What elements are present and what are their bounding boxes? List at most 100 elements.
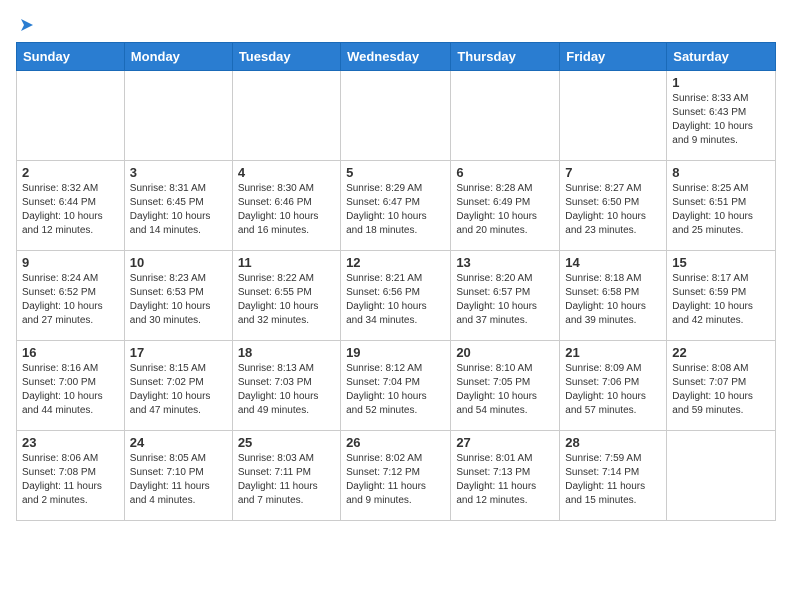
day-info: Sunrise: 8:01 AM Sunset: 7:13 PM Dayligh… — [456, 452, 554, 508]
day-info: Sunrise: 8:12 AM Sunset: 7:04 PM Dayligh… — [346, 362, 445, 418]
day-number: 8 — [672, 165, 770, 180]
day-info: Sunrise: 8:08 AM Sunset: 7:07 PM Dayligh… — [672, 362, 770, 418]
day-number: 10 — [130, 255, 227, 270]
weekday-header-tuesday: Tuesday — [232, 43, 340, 71]
day-info: Sunrise: 7:59 AM Sunset: 7:14 PM Dayligh… — [565, 452, 661, 508]
day-info: Sunrise: 8:27 AM Sunset: 6:50 PM Dayligh… — [565, 182, 661, 238]
day-info: Sunrise: 8:16 AM Sunset: 7:00 PM Dayligh… — [22, 362, 119, 418]
weekday-header-monday: Monday — [124, 43, 232, 71]
calendar-cell: 25 Sunrise: 8:03 AM Sunset: 7:11 PM Dayli… — [232, 431, 340, 521]
calendar-cell: 24 Sunrise: 8:05 AM Sunset: 7:10 PM Dayli… — [124, 431, 232, 521]
day-info: Sunrise: 8:10 AM Sunset: 7:05 PM Dayligh… — [456, 362, 554, 418]
day-info: Sunrise: 8:22 AM Sunset: 6:55 PM Dayligh… — [238, 272, 335, 328]
day-number: 6 — [456, 165, 554, 180]
day-info: Sunrise: 8:13 AM Sunset: 7:03 PM Dayligh… — [238, 362, 335, 418]
calendar-week-5: 23 Sunrise: 8:06 AM Sunset: 7:08 PM Dayli… — [17, 431, 776, 521]
day-info: Sunrise: 8:21 AM Sunset: 6:56 PM Dayligh… — [346, 272, 445, 328]
day-number: 27 — [456, 435, 554, 450]
day-number: 20 — [456, 345, 554, 360]
calendar-cell: 23 Sunrise: 8:06 AM Sunset: 7:08 PM Dayli… — [17, 431, 125, 521]
day-number: 19 — [346, 345, 445, 360]
day-info: Sunrise: 8:02 AM Sunset: 7:12 PM Dayligh… — [346, 452, 445, 508]
calendar-cell: 26 Sunrise: 8:02 AM Sunset: 7:12 PM Dayli… — [341, 431, 451, 521]
day-info: Sunrise: 8:25 AM Sunset: 6:51 PM Dayligh… — [672, 182, 770, 238]
day-number: 14 — [565, 255, 661, 270]
day-info: Sunrise: 8:20 AM Sunset: 6:57 PM Dayligh… — [456, 272, 554, 328]
day-number: 26 — [346, 435, 445, 450]
day-info: Sunrise: 8:32 AM Sunset: 6:44 PM Dayligh… — [22, 182, 119, 238]
day-number: 18 — [238, 345, 335, 360]
weekday-header-sunday: Sunday — [17, 43, 125, 71]
calendar-cell: 6 Sunrise: 8:28 AM Sunset: 6:49 PM Daylig… — [451, 161, 560, 251]
calendar-cell: 1 Sunrise: 8:33 AM Sunset: 6:43 PM Daylig… — [667, 71, 776, 161]
day-number: 5 — [346, 165, 445, 180]
calendar-cell: 18 Sunrise: 8:13 AM Sunset: 7:03 PM Dayli… — [232, 341, 340, 431]
calendar-header-row: SundayMondayTuesdayWednesdayThursdayFrid… — [17, 43, 776, 71]
day-number: 2 — [22, 165, 119, 180]
calendar-cell: 16 Sunrise: 8:16 AM Sunset: 7:00 PM Dayli… — [17, 341, 125, 431]
weekday-header-thursday: Thursday — [451, 43, 560, 71]
calendar-cell: 15 Sunrise: 8:17 AM Sunset: 6:59 PM Dayli… — [667, 251, 776, 341]
calendar-cell — [17, 71, 125, 161]
calendar-week-2: 2 Sunrise: 8:32 AM Sunset: 6:44 PM Daylig… — [17, 161, 776, 251]
calendar-cell: 4 Sunrise: 8:30 AM Sunset: 6:46 PM Daylig… — [232, 161, 340, 251]
weekday-header-wednesday: Wednesday — [341, 43, 451, 71]
calendar-cell: 20 Sunrise: 8:10 AM Sunset: 7:05 PM Dayli… — [451, 341, 560, 431]
day-number: 9 — [22, 255, 119, 270]
logo-arrow-icon — [18, 16, 36, 34]
calendar-cell — [560, 71, 667, 161]
calendar-cell — [232, 71, 340, 161]
day-number: 16 — [22, 345, 119, 360]
calendar-cell: 12Sunrise: 8:21 AM Sunset: 6:56 PM Dayli… — [341, 251, 451, 341]
day-number: 25 — [238, 435, 335, 450]
day-number: 1 — [672, 75, 770, 90]
day-info: Sunrise: 8:33 AM Sunset: 6:43 PM Dayligh… — [672, 92, 770, 148]
calendar-cell — [667, 431, 776, 521]
day-info: Sunrise: 8:03 AM Sunset: 7:11 PM Dayligh… — [238, 452, 335, 508]
day-number: 4 — [238, 165, 335, 180]
calendar-cell — [341, 71, 451, 161]
day-number: 7 — [565, 165, 661, 180]
page-header — [16, 16, 776, 34]
day-info: Sunrise: 8:05 AM Sunset: 7:10 PM Dayligh… — [130, 452, 227, 508]
day-number: 15 — [672, 255, 770, 270]
day-number: 3 — [130, 165, 227, 180]
calendar-cell: 2 Sunrise: 8:32 AM Sunset: 6:44 PM Daylig… — [17, 161, 125, 251]
calendar-cell: 22 Sunrise: 8:08 AM Sunset: 7:07 PM Dayli… — [667, 341, 776, 431]
logo — [16, 16, 36, 34]
day-number: 23 — [22, 435, 119, 450]
day-number: 17 — [130, 345, 227, 360]
calendar-cell: 17 Sunrise: 8:15 AM Sunset: 7:02 PM Dayli… — [124, 341, 232, 431]
weekday-header-friday: Friday — [560, 43, 667, 71]
day-info: Sunrise: 8:15 AM Sunset: 7:02 PM Dayligh… — [130, 362, 227, 418]
calendar-cell: 21 Sunrise: 8:09 AM Sunset: 7:06 PM Dayli… — [560, 341, 667, 431]
calendar-cell: 9 Sunrise: 8:24 AM Sunset: 6:52 PM Daylig… — [17, 251, 125, 341]
day-info: Sunrise: 8:28 AM Sunset: 6:49 PM Dayligh… — [456, 182, 554, 238]
calendar-cell: 19 Sunrise: 8:12 AM Sunset: 7:04 PM Dayli… — [341, 341, 451, 431]
weekday-header-saturday: Saturday — [667, 43, 776, 71]
calendar-week-3: 9 Sunrise: 8:24 AM Sunset: 6:52 PM Daylig… — [17, 251, 776, 341]
day-info: Sunrise: 8:06 AM Sunset: 7:08 PM Dayligh… — [22, 452, 119, 508]
day-number: 11 — [238, 255, 335, 270]
calendar-week-1: 1 Sunrise: 8:33 AM Sunset: 6:43 PM Daylig… — [17, 71, 776, 161]
day-number: 24 — [130, 435, 227, 450]
calendar-cell — [451, 71, 560, 161]
calendar-cell: 14 Sunrise: 8:18 AM Sunset: 6:58 PM Dayli… — [560, 251, 667, 341]
day-info: Sunrise: 8:23 AM Sunset: 6:53 PM Dayligh… — [130, 272, 227, 328]
calendar-cell: 8 Sunrise: 8:25 AM Sunset: 6:51 PM Daylig… — [667, 161, 776, 251]
day-info: Sunrise: 8:09 AM Sunset: 7:06 PM Dayligh… — [565, 362, 661, 418]
day-info: Sunrise: 8:30 AM Sunset: 6:46 PM Dayligh… — [238, 182, 335, 238]
calendar-week-4: 16 Sunrise: 8:16 AM Sunset: 7:00 PM Dayli… — [17, 341, 776, 431]
calendar-cell: 13Sunrise: 8:20 AM Sunset: 6:57 PM Dayli… — [451, 251, 560, 341]
calendar-table: SundayMondayTuesdayWednesdayThursdayFrid… — [16, 42, 776, 521]
day-number: 28 — [565, 435, 661, 450]
calendar-cell: 7 Sunrise: 8:27 AM Sunset: 6:50 PM Daylig… — [560, 161, 667, 251]
calendar-cell: 3Sunrise: 8:31 AM Sunset: 6:45 PM Daylig… — [124, 161, 232, 251]
calendar-cell: 28 Sunrise: 7:59 AM Sunset: 7:14 PM Dayli… — [560, 431, 667, 521]
day-info: Sunrise: 8:17 AM Sunset: 6:59 PM Dayligh… — [672, 272, 770, 328]
day-info: Sunrise: 8:24 AM Sunset: 6:52 PM Dayligh… — [22, 272, 119, 328]
calendar-cell — [124, 71, 232, 161]
day-number: 22 — [672, 345, 770, 360]
day-number: 21 — [565, 345, 661, 360]
day-info: Sunrise: 8:18 AM Sunset: 6:58 PM Dayligh… — [565, 272, 661, 328]
